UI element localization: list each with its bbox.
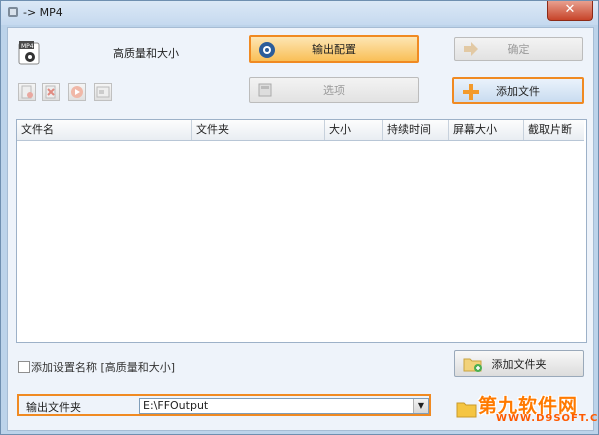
table-header: 文件名 文件夹 大小 持续时间 屏幕大小 截取片断 <box>17 120 584 141</box>
output-config-label: 输出配置 <box>312 43 356 56</box>
add-setting-name-label: 添加设置名称 [高质量和大小] <box>31 361 176 374</box>
title-bar[interactable]: -> MP4 ✕ <box>1 1 598 25</box>
remove-file-icon <box>21 85 33 99</box>
add-file-label: 添加文件 <box>496 84 540 98</box>
output-folder-select[interactable]: E:\FFOutput ▼ <box>139 398 429 414</box>
delete-icon <box>45 85 56 99</box>
app-icon <box>8 7 18 17</box>
ok-button[interactable]: 确定 <box>454 37 583 61</box>
column-header-folder[interactable]: 文件夹 <box>192 120 325 140</box>
column-header-filename[interactable]: 文件名 <box>17 120 192 140</box>
add-file-button[interactable]: 添加文件 <box>452 77 584 104</box>
mp4-profile-icon: MP4 <box>18 41 40 65</box>
play-button[interactable] <box>68 83 86 101</box>
add-folder-label: 添加文件夹 <box>491 357 547 371</box>
info-icon <box>96 86 110 98</box>
column-header-clip[interactable]: 截取片断 <box>524 120 584 140</box>
column-header-screen-size[interactable]: 屏幕大小 <box>449 120 524 140</box>
media-info-button[interactable] <box>94 83 112 101</box>
play-icon <box>71 86 83 98</box>
main-window: -> MP4 ✕ MP4 高质量和大小 输出配置 确定 选项 添加文件 文件名 … <box>0 0 599 435</box>
folder-icon <box>456 402 477 418</box>
output-config-button[interactable]: 输出配置 <box>249 35 419 63</box>
mp4-icon-text: MP4 <box>21 43 34 50</box>
add-folder-button[interactable]: 添加文件夹 <box>454 350 584 377</box>
watermark-logo: 第九软件网 WWW.D9SOFT.COM <box>456 391 599 429</box>
watermark-url: WWW.D9SOFT.COM <box>496 413 599 424</box>
profile-name: 高质量和大小 <box>113 47 179 60</box>
chevron-down-icon[interactable]: ▼ <box>413 399 428 413</box>
output-folder-value: E:\FFOutput <box>143 399 209 412</box>
column-header-duration[interactable]: 持续时间 <box>383 120 449 140</box>
window-title: -> MP4 <box>23 6 63 19</box>
clear-button[interactable] <box>42 83 60 101</box>
output-folder-label: 输出文件夹 <box>26 401 81 414</box>
remove-button[interactable] <box>18 83 36 101</box>
options-button[interactable]: 选项 <box>249 77 419 103</box>
column-header-size[interactable]: 大小 <box>325 120 383 140</box>
file-list-table[interactable]: 文件名 文件夹 大小 持续时间 屏幕大小 截取片断 <box>16 119 587 343</box>
ok-label: 确定 <box>507 43 530 56</box>
options-label: 选项 <box>323 84 345 97</box>
add-setting-name-checkbox[interactable] <box>18 361 30 373</box>
close-icon: ✕ <box>564 2 576 17</box>
close-button[interactable]: ✕ <box>547 1 593 21</box>
